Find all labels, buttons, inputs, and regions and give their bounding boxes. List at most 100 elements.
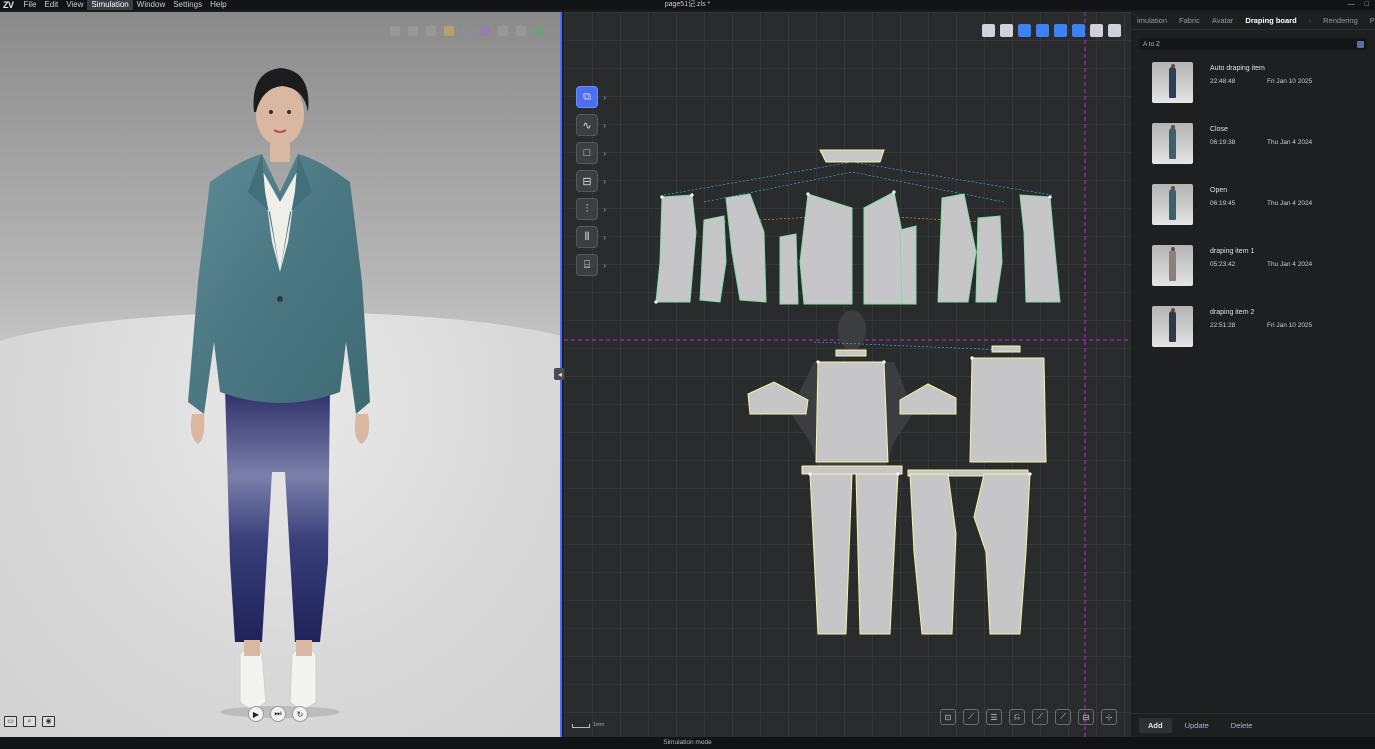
tab-separator: · <box>1308 15 1312 25</box>
chevron-right-icon[interactable]: › <box>603 233 606 242</box>
tool-glyph: □ <box>583 147 591 159</box>
menu-help[interactable]: Help <box>206 0 230 10</box>
tab-rendering[interactable]: Rendering <box>1317 12 1364 29</box>
color-icon[interactable] <box>480 26 490 36</box>
pattern-canvas[interactable] <box>564 12 1131 737</box>
arrange-icon[interactable] <box>1036 24 1049 37</box>
app-logo: ZV <box>3 0 14 10</box>
image-icon[interactable]: ▭ <box>4 716 17 727</box>
item-name: Auto draping item <box>1210 65 1265 72</box>
head <box>1170 125 1175 129</box>
transform-pattern-icon[interactable]: ⧉ › <box>576 86 606 108</box>
chevron-right-icon[interactable]: › <box>603 177 606 186</box>
list-item[interactable]: Open 06:19:45 Thu Jan 4 2024 <box>1131 184 1375 245</box>
step-forward-icon[interactable]: ⏭ <box>270 706 286 722</box>
menu-settings[interactable]: Settings <box>169 0 206 10</box>
viewport-toolbar <box>390 26 544 36</box>
rectangle-icon[interactable]: □ › <box>576 142 606 164</box>
layer-icon[interactable] <box>498 26 508 36</box>
grid-icon[interactable] <box>1000 24 1013 37</box>
tab-simulation[interactable]: imulation <box>1131 12 1173 29</box>
trace-icon[interactable]: ⊟ <box>1078 709 1094 725</box>
sync-icon[interactable] <box>1054 24 1067 37</box>
add-button[interactable]: Add <box>1139 718 1172 733</box>
3d-viewport[interactable]: ▶ ⏭ ↻ ▭ ⌕ ◉ <box>0 12 562 737</box>
pin-point-icon[interactable]: ⊹ <box>1101 709 1117 725</box>
chevron-right-icon[interactable]: › <box>603 149 606 158</box>
undo-shape-icon[interactable]: ⎌ <box>1009 709 1025 725</box>
chevron-right-icon[interactable]: › <box>603 93 606 102</box>
list-item[interactable]: Close 06:19:38 Thu Jan 4 2024 <box>1131 123 1375 184</box>
sphere-icon[interactable] <box>408 26 418 36</box>
item-meta: 06:19:38 Thu Jan 4 2024 <box>1210 139 1312 146</box>
menu-window[interactable]: Window <box>133 0 169 10</box>
menu-file[interactable]: File <box>20 0 41 10</box>
internal-shape-icon[interactable]: ⊟ › <box>576 170 606 192</box>
snapshot-icon[interactable]: ◉ <box>42 716 55 727</box>
list-item[interactable]: draping item 1 05:23:42 Thu Jan 4 2024 <box>1131 245 1375 306</box>
list-item[interactable]: Auto draping item 22:48:48 Fri Jan 10 202… <box>1131 62 1375 123</box>
figure <box>1169 67 1176 98</box>
list-item[interactable]: draping item 2 22:51:28 Fri Jan 10 2025 <box>1131 306 1375 367</box>
fold-icon[interactable]: ⦀ › <box>576 226 606 248</box>
update-button[interactable]: Update <box>1176 718 1218 733</box>
panel-footer: Add Update Delete <box>1131 713 1375 737</box>
2d-pattern-window[interactable]: ⧉ › ∿ › □ › ⊟ › ⫶ › ⦀ › ⌸ › 1mm ⊡ ⟋ ☰ ⎌ ⟋ ⟋ ⊟ ⊹ <box>564 12 1131 737</box>
delete-button[interactable]: Delete <box>1222 718 1262 733</box>
curve-icon[interactable]: ∿ › <box>576 114 606 136</box>
menu-bar: ZV File Edit View Simulation Window Sett… <box>0 0 1375 10</box>
item-date: Thu Jan 4 2024 <box>1267 139 1313 146</box>
wireframe-icon[interactable] <box>390 26 400 36</box>
texture-icon[interactable] <box>426 26 436 36</box>
menu-edit[interactable]: Edit <box>40 0 62 10</box>
tab-properties[interactable]: Properties <box>1364 12 1375 29</box>
item-meta: 22:48:48 Fri Jan 10 2025 <box>1210 78 1312 85</box>
scale-line <box>572 724 590 728</box>
menu-view[interactable]: View <box>62 0 87 10</box>
select-icon[interactable]: ⊡ <box>940 709 956 725</box>
pattern-side-toolbar: ⧉ › ∿ › □ › ⊟ › ⫶ › ⦀ › ⌸ › <box>576 86 606 276</box>
segment-icon[interactable]: ⟋ <box>1055 709 1071 725</box>
sort-icon[interactable] <box>1357 40 1364 48</box>
draping-thumbnail <box>1152 306 1193 347</box>
transparency-icon[interactable] <box>982 24 995 37</box>
maximize-icon[interactable]: □ <box>1365 0 1369 10</box>
play-icon[interactable]: ▶ <box>248 706 264 722</box>
sort-dropdown[interactable]: A to Z <box>1139 38 1367 50</box>
zipper-icon[interactable]: ⫶ › <box>576 198 606 220</box>
zoom-icon[interactable]: ⌕ <box>23 716 36 727</box>
tab-fabric[interactable]: Fabric <box>1173 12 1206 29</box>
tool-glyph: ⦀ <box>584 230 590 243</box>
tab-draping-board[interactable]: Draping board <box>1239 12 1302 29</box>
more-icon[interactable] <box>1108 24 1121 37</box>
line-icon[interactable]: ⟋ <box>1032 709 1048 725</box>
avatar-display-icon[interactable] <box>444 26 454 36</box>
list-icon[interactable]: ☰ <box>986 709 1002 725</box>
edit-curve-icon[interactable]: ⟋ <box>963 709 979 725</box>
chevron-right-icon[interactable]: › <box>603 261 606 270</box>
item-name: draping item 1 <box>1210 248 1255 255</box>
item-meta: 22:51:28 Fri Jan 10 2025 <box>1210 322 1312 329</box>
item-time: 06:19:38 <box>1210 139 1236 146</box>
tool-glyph: ∿ <box>582 119 592 132</box>
menu-simulation[interactable]: Simulation <box>87 0 133 10</box>
head <box>1170 247 1175 251</box>
camera-icon[interactable] <box>516 26 526 36</box>
seam-icon[interactable] <box>1018 24 1031 37</box>
avatar-figure[interactable] <box>170 42 390 722</box>
button-tool-icon[interactable]: ⌸ › <box>576 254 606 276</box>
item-meta: 05:23:42 Thu Jan 4 2024 <box>1210 261 1312 268</box>
pin-icon[interactable] <box>534 26 544 36</box>
symmetry-icon[interactable] <box>1072 24 1085 37</box>
tab-avatar[interactable]: Avatar <box>1206 12 1240 29</box>
lights-icon[interactable] <box>462 26 472 36</box>
chevron-right-icon[interactable]: › <box>603 121 606 130</box>
layout-icon[interactable] <box>1090 24 1103 37</box>
pattern-bottom-toolbar: ⊡ ⟋ ☰ ⎌ ⟋ ⟋ ⊟ ⊹ <box>940 709 1117 725</box>
minimize-icon[interactable]: — <box>1348 0 1355 10</box>
reset-icon[interactable]: ↻ <box>292 706 308 722</box>
tool-glyph: ⊟ <box>582 175 592 188</box>
item-time: 22:51:28 <box>1210 322 1236 329</box>
draping-thumbnail <box>1152 184 1193 225</box>
chevron-right-icon[interactable]: › <box>603 205 606 214</box>
